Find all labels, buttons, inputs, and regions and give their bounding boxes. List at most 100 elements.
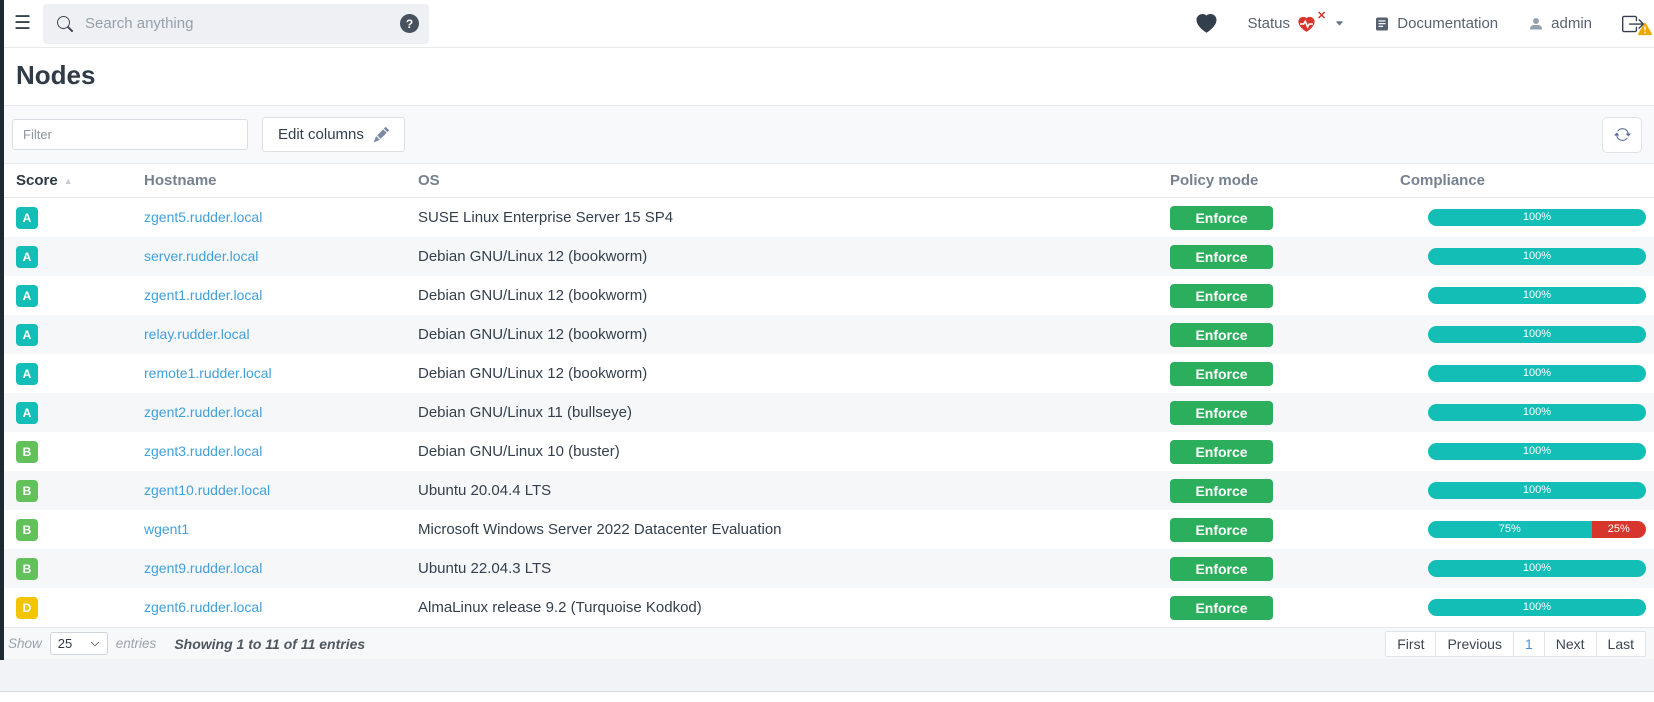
column-header-hostname[interactable]: Hostname — [144, 172, 418, 189]
status-label: Status — [1247, 15, 1290, 32]
search-icon — [57, 16, 73, 32]
help-icon[interactable]: ? — [400, 14, 419, 33]
table-row[interactable]: Aserver.rudder.localDebian GNU/Linux 12 … — [0, 237, 1654, 276]
policy-mode-cell: Enforce — [1170, 323, 1400, 347]
table-footer: Show 25 entries Showing 1 to 11 of 11 en… — [0, 627, 1654, 659]
column-header-compliance[interactable]: Compliance — [1400, 172, 1654, 189]
table-row[interactable]: Bzgent3.rudder.local Debian GNU/Linux 10 … — [0, 432, 1654, 471]
hostname-cell: zgent6.rudder.local — [144, 599, 418, 616]
column-header-os[interactable]: OS — [418, 172, 1170, 189]
policy-mode-badge: Enforce — [1170, 440, 1273, 464]
documentation-link[interactable]: Documentation — [1374, 15, 1498, 32]
hostname-cell: zgent9.rudder.local — [144, 560, 418, 577]
compliance-bar: 100% — [1428, 482, 1646, 499]
compliance-bar: 100% — [1428, 365, 1646, 382]
pagination-next[interactable]: Next — [1544, 631, 1597, 657]
filter-input[interactable] — [12, 119, 248, 150]
refresh-button[interactable] — [1602, 117, 1642, 153]
hostname-link[interactable]: zgent1.rudder.local — [144, 287, 262, 303]
hostname-link[interactable]: relay.rudder.local — [144, 326, 250, 342]
compliance-cell: 100% — [1400, 404, 1654, 421]
hostname-link[interactable]: zgent2.rudder.local — [144, 404, 262, 420]
table-toolbar: Edit columns — [0, 106, 1654, 164]
table-row[interactable]: Azgent1.rudder.local Debian GNU/Linux 12 … — [0, 276, 1654, 315]
table-row[interactable]: Aremote1.rudder.local Debian GNU/Linux 12… — [0, 354, 1654, 393]
status-heart-pulse-icon — [1297, 15, 1316, 33]
page-size-select[interactable]: 25 — [50, 632, 108, 655]
hostname-link[interactable]: remote1.rudder.local — [144, 365, 272, 381]
page-title-bar: Nodes — [0, 48, 1654, 106]
username-label: admin — [1551, 15, 1592, 32]
content-bottom-edge — [0, 659, 1654, 692]
nodes-table-body: Azgent5.rudder.localSUSE Linux Enterpris… — [0, 198, 1654, 627]
user-menu[interactable]: admin — [1528, 15, 1592, 32]
policy-mode-badge: Enforce — [1170, 284, 1273, 308]
score-badge: A — [16, 207, 38, 229]
policy-mode-cell: Enforce — [1170, 479, 1400, 503]
score-cell: B — [0, 519, 144, 541]
global-search[interactable]: ? — [43, 4, 429, 44]
column-header-score[interactable]: Score ▲ — [0, 172, 144, 189]
policy-mode-badge: Enforce — [1170, 245, 1273, 269]
entries-label: entries — [116, 636, 157, 651]
sort-asc-icon: ▲ — [64, 176, 73, 186]
menu-toggle-icon[interactable]: ☰ — [14, 14, 31, 33]
compliance-bar: 100% — [1428, 287, 1646, 304]
policy-mode-badge: Enforce — [1170, 362, 1273, 386]
table-row[interactable]: Bzgent9.rudder.localUbuntu 22.04.3 LTSEn… — [0, 549, 1654, 588]
hostname-link[interactable]: zgent10.rudder.local — [144, 482, 270, 498]
score-badge: B — [16, 558, 38, 580]
compliance-bar: 100% — [1428, 560, 1646, 577]
compliance-segment: 100% — [1428, 560, 1646, 577]
hostname-link[interactable]: wgent1 — [144, 521, 189, 537]
favorites-heart-icon[interactable] — [1196, 14, 1217, 34]
search-input[interactable] — [73, 15, 400, 32]
os-cell: Debian GNU/Linux 10 (buster) — [418, 443, 1170, 460]
policy-mode-badge: Enforce — [1170, 596, 1273, 620]
status-error-x-icon: ✕ — [1317, 9, 1326, 22]
table-row[interactable]: Arelay.rudder.localDebian GNU/Linux 12 (… — [0, 315, 1654, 354]
hostname-link[interactable]: zgent5.rudder.local — [144, 209, 262, 225]
os-cell: AlmaLinux release 9.2 (Turquoise Kodkod) — [418, 599, 1170, 616]
score-badge: B — [16, 480, 38, 502]
score-badge: B — [16, 441, 38, 463]
compliance-bar: 100% — [1428, 326, 1646, 343]
hostname-link[interactable]: zgent6.rudder.local — [144, 599, 262, 615]
table-row[interactable]: Bzgent10.rudder.local Ubuntu 20.04.4 LTSE… — [0, 471, 1654, 510]
compliance-cell: 100% — [1400, 599, 1654, 616]
compliance-cell: 100% — [1400, 326, 1654, 343]
hostname-link[interactable]: server.rudder.local — [144, 248, 258, 264]
hostname-cell: relay.rudder.local — [144, 326, 418, 343]
compliance-segment: 100% — [1428, 209, 1646, 226]
table-row[interactable]: Azgent5.rudder.localSUSE Linux Enterpris… — [0, 198, 1654, 237]
score-cell: A — [0, 363, 144, 385]
sign-out-button[interactable] — [1622, 11, 1648, 37]
table-row[interactable]: Azgent2.rudder.localDebian GNU/Linux 11 … — [0, 393, 1654, 432]
pagination-last[interactable]: Last — [1596, 631, 1646, 657]
pagination-previous[interactable]: Previous — [1435, 631, 1513, 657]
hostname-link[interactable]: zgent3.rudder.local — [144, 443, 262, 459]
policy-mode-cell: Enforce — [1170, 245, 1400, 269]
table-row[interactable]: Dzgent6.rudder.local AlmaLinux release 9.… — [0, 588, 1654, 627]
score-cell: A — [0, 285, 144, 307]
os-cell: Debian GNU/Linux 12 (bookworm) — [418, 287, 1170, 304]
compliance-segment: 100% — [1428, 287, 1646, 304]
column-header-policy-mode[interactable]: Policy mode — [1170, 172, 1400, 189]
status-menu[interactable]: Status ✕ — [1247, 15, 1344, 33]
table-row[interactable]: Bwgent1 Microsoft Windows Server 2022 Dat… — [0, 510, 1654, 549]
pagination-first[interactable]: First — [1385, 631, 1436, 657]
os-cell: Ubuntu 20.04.4 LTS — [418, 482, 1170, 499]
score-badge: D — [16, 597, 38, 619]
compliance-cell: 100% — [1400, 248, 1654, 265]
score-cell: D — [0, 597, 144, 619]
policy-mode-cell: Enforce — [1170, 596, 1400, 620]
score-badge: A — [16, 246, 38, 268]
hostname-link[interactable]: zgent9.rudder.local — [144, 560, 262, 576]
edit-columns-label: Edit columns — [278, 126, 364, 143]
score-cell: B — [0, 558, 144, 580]
edit-columns-button[interactable]: Edit columns — [262, 117, 405, 152]
os-cell: Microsoft Windows Server 2022 Datacenter… — [418, 521, 1170, 538]
compliance-segment: 100% — [1428, 404, 1646, 421]
os-cell: Debian GNU/Linux 12 (bookworm) — [418, 365, 1170, 382]
pagination-1[interactable]: 1 — [1513, 631, 1545, 657]
